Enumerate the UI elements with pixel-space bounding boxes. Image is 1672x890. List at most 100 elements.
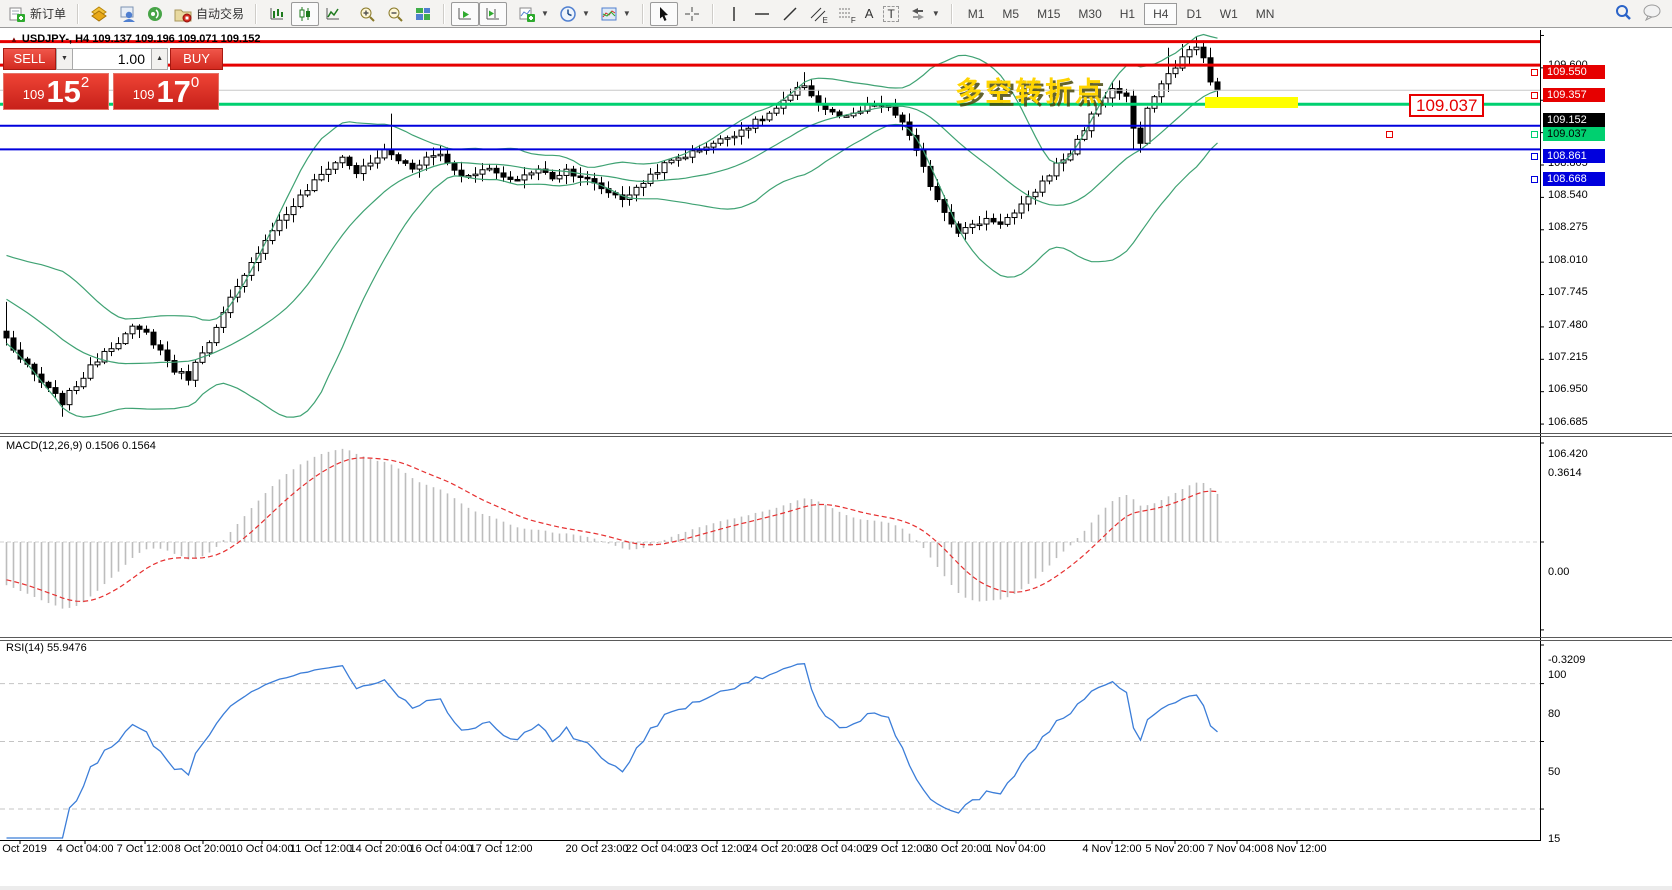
chart-symbol-title: ▲USDJPY-, H4 109.137 109.196 109.071 109… [10, 33, 260, 45]
community-button[interactable] [113, 2, 141, 26]
sell-price-sup: 2 [81, 75, 89, 90]
time-axis-label: 29 Oct 12:00 [866, 843, 929, 855]
candle-down [921, 150, 926, 166]
time-axis-label: 2 Oct 2019 [0, 843, 47, 855]
timeframe-mn[interactable]: MN [1247, 3, 1284, 25]
hline-tool-button[interactable] [748, 2, 776, 26]
fibonacci-tool-button[interactable]: F [832, 2, 860, 26]
templates-button[interactable]: ▼ [595, 2, 636, 26]
candle-down [46, 382, 51, 387]
candle-up [109, 349, 114, 352]
bar-chart-button[interactable] [263, 2, 291, 26]
candle-up [1054, 163, 1059, 176]
axis-tick-label: 108.010 [1548, 254, 1588, 266]
candle-up [340, 157, 345, 163]
candle-down [459, 170, 464, 176]
new-order-button[interactable]: 新订单 [3, 2, 71, 26]
toolbar-separator [712, 4, 714, 24]
auto-scroll-button[interactable] [451, 2, 479, 26]
zoom-in-button[interactable] [353, 2, 381, 26]
time-axis-label: 4 Oct 04:00 [57, 843, 114, 855]
chevron-down-icon: ▼ [932, 9, 940, 18]
sell-button[interactable]: SELL [3, 48, 56, 70]
clock-icon [559, 5, 577, 23]
search-icon[interactable] [1614, 3, 1632, 24]
tile-windows-button[interactable] [409, 2, 437, 26]
price-tag-109.357: 109.357 [1543, 88, 1605, 102]
chevron-down-icon: ▼ [541, 9, 549, 18]
cursor-tool-button[interactable] [650, 2, 678, 26]
candle-down [396, 155, 401, 161]
candle-up [529, 173, 534, 175]
candle-down [4, 331, 9, 338]
text-tool-button[interactable]: A [860, 3, 879, 24]
line-chart-button[interactable] [319, 2, 347, 26]
candle-up [284, 215, 289, 221]
highlight-rectangle[interactable] [1205, 97, 1298, 108]
channel-tool-button[interactable]: E [804, 2, 832, 26]
chart-canvas[interactable] [0, 30, 1672, 860]
volume-input[interactable]: 1.00 [72, 48, 152, 70]
timeframe-h1[interactable]: H1 [1111, 3, 1144, 25]
autotrading-button[interactable]: 自动交易 [169, 2, 249, 26]
candle-up [690, 151, 695, 157]
autotrading-label: 自动交易 [196, 5, 244, 22]
candlestick-chart-button[interactable] [291, 2, 319, 26]
level-line-marker[interactable] [1531, 176, 1538, 183]
candle-down [515, 179, 520, 181]
one-click-toggle-icon[interactable]: ▲ [10, 35, 18, 44]
candle-up [676, 158, 681, 160]
crosshair-tool-button[interactable] [678, 2, 706, 26]
price-label-anchor-marker[interactable] [1386, 131, 1393, 138]
candle-up [130, 326, 135, 334]
candle-up [417, 165, 422, 169]
buy-button[interactable]: BUY [170, 48, 223, 70]
candle-up [1047, 176, 1052, 181]
candle-up [326, 169, 331, 174]
indicators-icon [518, 5, 536, 23]
timeframe-m15[interactable]: M15 [1028, 3, 1069, 25]
volume-increase-button[interactable]: ▲ [152, 48, 168, 70]
candle-down [158, 345, 163, 350]
level-line-marker[interactable] [1531, 92, 1538, 99]
timeframe-m30[interactable]: M30 [1069, 3, 1110, 25]
indicators-button[interactable]: ▼ [513, 2, 554, 26]
price-label-box[interactable]: 109.037 [1409, 94, 1484, 117]
candle-up [774, 108, 779, 113]
axis-tick-label: 50 [1548, 766, 1560, 778]
buy-price-display[interactable]: 109 17 0 [113, 73, 219, 110]
candle-down [445, 154, 450, 163]
shapes-tool-button[interactable]: ▼ [904, 2, 945, 26]
candle-up [634, 187, 639, 195]
level-line-marker[interactable] [1531, 131, 1538, 138]
candle-down [893, 106, 898, 115]
time-axis-label: 1 Nov 04:00 [986, 843, 1045, 855]
toolbar-separator [77, 4, 79, 24]
timeframe-m1[interactable]: M1 [959, 3, 994, 25]
one-click-trading-panel: SELL ▼ 1.00 ▲ BUY 109 15 2 109 17 0 [3, 48, 223, 110]
periods-button[interactable]: ▼ [554, 2, 595, 26]
alerts-button[interactable] [141, 2, 169, 26]
sell-price-display[interactable]: 109 15 2 [3, 73, 109, 110]
time-axis-label: 17 Oct 12:00 [470, 843, 533, 855]
chart-shift-button[interactable] [479, 2, 507, 26]
candle-down [1131, 96, 1136, 128]
label-tool-button[interactable]: T [878, 3, 903, 25]
chat-icon[interactable] [1642, 3, 1662, 24]
level-line-marker[interactable] [1531, 153, 1538, 160]
timeframe-h4[interactable]: H4 [1144, 3, 1177, 25]
level-line-marker[interactable] [1531, 69, 1538, 76]
layouts-button[interactable] [85, 2, 113, 26]
zoom-out-button[interactable] [381, 2, 409, 26]
buy-price-big: 17 [156, 76, 190, 107]
timeframe-d1[interactable]: D1 [1177, 3, 1210, 25]
timeframe-w1[interactable]: W1 [1211, 3, 1247, 25]
trendline-tool-button[interactable] [776, 2, 804, 26]
volume-decrease-button[interactable]: ▼ [56, 48, 72, 70]
candle-up [214, 327, 219, 342]
chart-annotation-text[interactable]: 多空转折点 [955, 70, 1105, 109]
tile-windows-icon [414, 5, 432, 23]
vline-tool-button[interactable] [720, 2, 748, 26]
macd-signal-line [7, 458, 1218, 602]
timeframe-m5[interactable]: M5 [993, 3, 1028, 25]
